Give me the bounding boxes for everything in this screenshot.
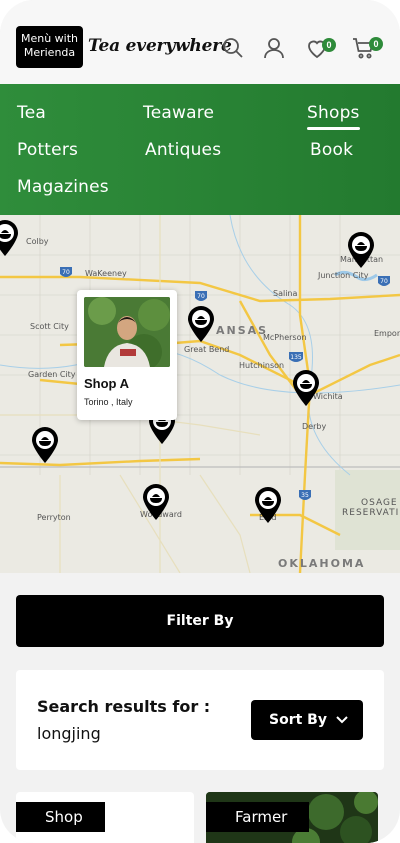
map-pin-shop[interactable] (186, 305, 216, 343)
highway-shield-35: 35 (299, 490, 311, 500)
map-state-label-oklahoma: OKLAHOMA (278, 557, 366, 570)
highway-shield-135: 135 (289, 352, 303, 362)
cart-count-badge: 0 (369, 37, 383, 51)
svg-text:35: 35 (301, 492, 309, 499)
header: Menù with Merienda Tea everywhere 0 0 (0, 0, 400, 84)
map-label-colby: Colby (26, 237, 49, 246)
shop-photo (84, 297, 170, 367)
map-label-great-bend: Great Bend (184, 345, 230, 354)
map-pin-shop[interactable] (30, 426, 60, 464)
sort-by-dropdown[interactable]: Sort By (251, 700, 363, 740)
map-label-mcpherson: McPherson (263, 333, 307, 342)
svg-text:70: 70 (197, 293, 205, 300)
wishlist-count-badge: 0 (322, 38, 336, 52)
popup-shop-location: Torino , Italy (84, 397, 133, 407)
map-pin-icon (188, 306, 214, 342)
map-label-junction-city: Junction City (318, 271, 369, 280)
popup-shop-name: Shop A (84, 376, 130, 391)
highway-shield-70-west: 70 (60, 267, 72, 277)
svg-text:70: 70 (380, 278, 388, 285)
map-label-reservation: RESERVATI (342, 508, 400, 518)
map-pin-icon (293, 370, 319, 406)
result-card-shop[interactable]: Shop (16, 792, 194, 843)
search-results-panel: Search results for : longjing Sort By (16, 670, 384, 770)
sort-by-label: Sort By (269, 712, 327, 728)
highway-shield-70-center: 70 (195, 291, 207, 301)
logo[interactable]: Menù with Merienda (16, 26, 83, 68)
logo-line-2: Merienda (23, 46, 76, 59)
map-pin-shop[interactable] (291, 369, 321, 407)
app-frame: Menù with Merienda Tea everywhere 0 0 Te… (0, 0, 400, 843)
map-label-osage: OSAGE (361, 498, 398, 508)
map-label-wakeeney: WaKeeney (85, 269, 127, 278)
card-label-farmer: Farmer (206, 802, 310, 832)
map-state-label-kansas: ANSAS (216, 324, 269, 337)
map-label-salina: Salina (273, 289, 298, 298)
search-results-label: Search results for : (37, 697, 211, 716)
map-pin-icon (32, 427, 58, 463)
nav-item-potters[interactable]: Potters (17, 140, 78, 160)
map-label-garden-city: Garden City (28, 370, 76, 379)
filter-by-button[interactable]: Filter By (16, 595, 384, 647)
shop-popup-card[interactable]: Shop A Torino , Italy (77, 290, 177, 420)
map-pin-shop[interactable] (253, 486, 283, 524)
card-label-shop: Shop (16, 802, 105, 832)
result-card-farmer[interactable]: Farmer (206, 792, 378, 843)
svg-text:135: 135 (290, 354, 302, 361)
nav-item-shops[interactable]: Shops (307, 103, 360, 130)
map-label-scott-city: Scott City (30, 322, 69, 331)
highway-shield-70-east: 70 (378, 276, 390, 286)
chevron-down-icon (336, 716, 348, 724)
brand-title: Tea everywhere (88, 36, 232, 56)
map-pin-icon (0, 220, 18, 256)
nav-item-magazines[interactable]: Magazines (17, 177, 109, 197)
category-nav: Tea Teaware Shops Potters Antiques Book … (0, 84, 400, 215)
map-pin-icon (143, 484, 169, 520)
map-label-emporia: Emporia (374, 329, 400, 338)
nav-item-antiques[interactable]: Antiques (145, 140, 221, 160)
svg-text:70: 70 (62, 269, 70, 276)
map-label-perryton: Perryton (37, 513, 71, 522)
map-label-hutchinson: Hutchinson (239, 361, 285, 370)
map-pin-icon (255, 487, 281, 523)
user-icon[interactable] (262, 36, 286, 60)
shops-map[interactable]: Colby WaKeeney Scott City Garden City Pe… (0, 215, 400, 573)
search-term: longjing (37, 724, 101, 743)
nav-item-teaware[interactable]: Teaware (143, 103, 214, 123)
nav-item-book[interactable]: Book (310, 140, 353, 160)
map-pin-shop[interactable] (141, 483, 171, 521)
search-icon[interactable] (221, 36, 245, 60)
logo-line-1: Menù with (20, 32, 79, 45)
map-label-derby: Derby (302, 422, 327, 431)
map-pin-icon (348, 232, 374, 268)
map-pin-shop[interactable] (0, 219, 20, 257)
map-pin-shop[interactable] (346, 231, 376, 269)
nav-item-tea[interactable]: Tea (17, 103, 46, 123)
